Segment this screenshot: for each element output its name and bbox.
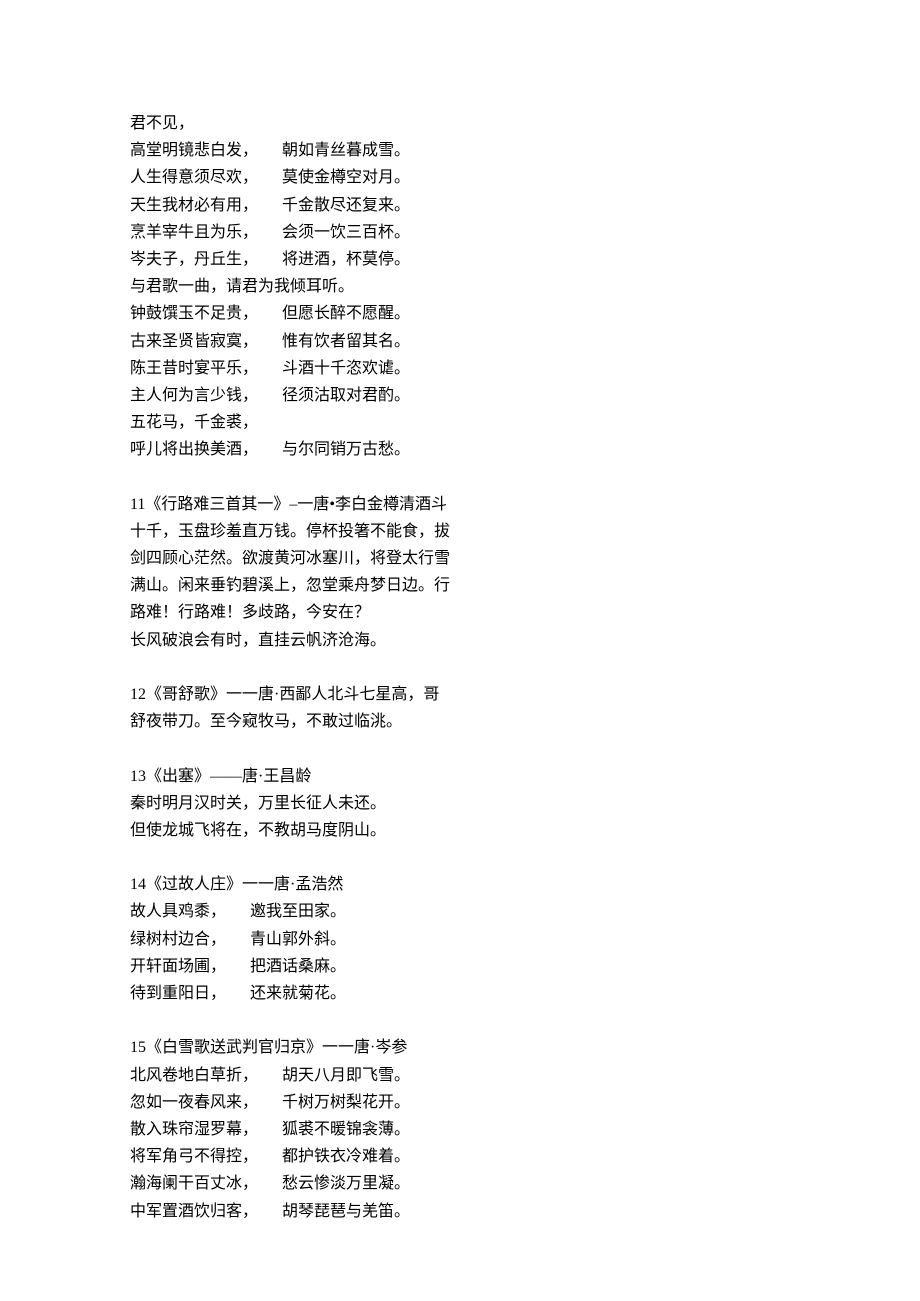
poem-line: 满山。闲来垂钓碧溪上，忽堂乘舟梦日边。行 (130, 572, 530, 599)
line-right: 但愿长醉不愿醒。 (282, 300, 530, 327)
poem-line: 但使龙城飞将在，不教胡马度阴山。 (130, 817, 530, 844)
line-left: 开轩面场圃， (130, 953, 250, 980)
line-right: 都护铁衣冷难着。 (282, 1143, 530, 1170)
line-right: 径须沽取对君酌。 (282, 382, 530, 409)
line-right: 朝如青丝暮成雪。 (282, 137, 530, 164)
poem-line: 秦时明月汉时关，万里长征人未还。 (130, 790, 530, 817)
poem-line: 散入珠帘湿罗幕，狐裘不暖锦衾薄。 (130, 1116, 530, 1143)
poem-title: 14《过故人庄》一一唐·孟浩然 (130, 871, 530, 898)
poem-line: 12《哥舒歌》一一唐·西鄙人北斗七星高，哥 (130, 681, 530, 708)
line-left: 呼儿将出换美酒， (130, 436, 282, 463)
line-left: 岑夫子，丹丘生， (130, 246, 282, 273)
poem-line: 钟鼓馔玉不足贵，但愿长醉不愿醒。 (130, 300, 530, 327)
poem-line: 待到重阳日，还来就菊花。 (130, 980, 530, 1007)
line-left: 绿树村边合， (130, 926, 250, 953)
poem-line: 中军置酒饮归客，胡琴琵琶与羌笛。 (130, 1198, 530, 1225)
line-left: 主人何为言少钱， (130, 382, 282, 409)
poem-line: 古来圣贤皆寂寞，惟有饮者留其名。 (130, 328, 530, 355)
poem-line: 舒夜带刀。至今窥牧马，不敢过临洮。 (130, 708, 530, 735)
line-right: 胡琴琵琶与羌笛。 (282, 1198, 530, 1225)
line-left: 故人具鸡黍， (130, 898, 250, 925)
line-left: 陈王昔时宴平乐， (130, 355, 282, 382)
poem-line: 忽如一夜春风来，千树万树梨花开。 (130, 1089, 530, 1116)
poem-line: 开轩面场圃，把酒话桑麻。 (130, 953, 530, 980)
line-right: 会须一饮三百杯。 (282, 219, 530, 246)
poem-line: 将军角弓不得控，都护铁衣冷难着。 (130, 1143, 530, 1170)
poem-line: 岑夫子，丹丘生，将进酒，杯莫停。 (130, 246, 530, 273)
poem-line: 北风卷地白草折，胡天八月即飞雪。 (130, 1062, 530, 1089)
poem-line: 十千，玉盘珍羞直万钱。停杯投箸不能食，拔 (130, 518, 530, 545)
poem-line: 路难！行路难！多歧路，今安在？ (130, 599, 530, 626)
poem-line: 故人具鸡黍，邀我至田家。 (130, 898, 530, 925)
poem-line: 瀚海阑干百丈冰，愁云惨淡万里凝。 (130, 1170, 530, 1197)
line-right: 青山郭外斜。 (250, 926, 346, 953)
poem-line: 君不见， (130, 110, 530, 137)
line-left: 钟鼓馔玉不足贵， (130, 300, 282, 327)
poem-line: 主人何为言少钱，径须沽取对君酌。 (130, 382, 530, 409)
poem-line: 剑四顾心茫然。欲渡黄河冰塞川，将登太行雪 (130, 545, 530, 572)
line-left: 烹羊宰牛且为乐， (130, 219, 282, 246)
line-right: 还来就菊花。 (250, 980, 346, 1007)
poem-line: 人生得意须尽欢，莫使金樽空对月。 (130, 164, 530, 191)
line-right: 邀我至田家。 (250, 898, 346, 925)
line-right: 把酒话桑麻。 (250, 953, 346, 980)
poem-line: 长风破浪会有时，直挂云帆济沧海。 (130, 627, 530, 654)
line-left: 忽如一夜春风来， (130, 1089, 282, 1116)
document-body: 君不见， 高堂明镜悲白发，朝如青丝暮成雪。 人生得意须尽欢，莫使金樽空对月。 天… (130, 110, 530, 1225)
line-right: 狐裘不暖锦衾薄。 (282, 1116, 530, 1143)
line-left: 瀚海阑干百丈冰， (130, 1170, 282, 1197)
line-left: 人生得意须尽欢， (130, 164, 282, 191)
line-left: 高堂明镜悲白发， (130, 137, 282, 164)
poem-15: 15《白雪歌送武判官归京》一一唐·岑参 北风卷地白草折，胡天八月即飞雪。 忽如一… (130, 1034, 530, 1224)
line-left: 中军置酒饮归客， (130, 1198, 282, 1225)
line-right: 斗酒十千恣欢谑。 (282, 355, 530, 382)
poem-13: 13《出塞》——唐·王昌龄 秦时明月汉时关，万里长征人未还。 但使龙城飞将在，不… (130, 763, 530, 845)
poem-12: 12《哥舒歌》一一唐·西鄙人北斗七星高，哥 舒夜带刀。至今窥牧马，不敢过临洮。 (130, 681, 530, 735)
line-right: 愁云惨淡万里凝。 (282, 1170, 530, 1197)
line-right: 千金散尽还复来。 (282, 192, 530, 219)
poem-line: 烹羊宰牛且为乐，会须一饮三百杯。 (130, 219, 530, 246)
poem-title: 13《出塞》——唐·王昌龄 (130, 763, 530, 790)
line-left: 待到重阳日， (130, 980, 250, 1007)
line-right: 与尔同销万古愁。 (282, 436, 530, 463)
poem-line: 陈王昔时宴平乐，斗酒十千恣欢谑。 (130, 355, 530, 382)
poem-line: 绿树村边合，青山郭外斜。 (130, 926, 530, 953)
line-right: 惟有饮者留其名。 (282, 328, 530, 355)
poem-line: 高堂明镜悲白发，朝如青丝暮成雪。 (130, 137, 530, 164)
poem-line: 与君歌一曲，请君为我倾耳听。 (130, 273, 530, 300)
poem-line: 呼儿将出换美酒，与尔同销万古愁。 (130, 436, 530, 463)
line-right: 胡天八月即飞雪。 (282, 1062, 530, 1089)
line-right: 莫使金樽空对月。 (282, 164, 530, 191)
line-left: 将军角弓不得控， (130, 1143, 282, 1170)
line-left: 散入珠帘湿罗幕， (130, 1116, 282, 1143)
line-right: 将进酒，杯莫停。 (282, 246, 530, 273)
line-right: 千树万树梨花开。 (282, 1089, 530, 1116)
line-left: 古来圣贤皆寂寞， (130, 328, 282, 355)
poem-11: 11《行路难三首其一》–一唐•李白金樽清酒斗 十千，玉盘珍羞直万钱。停杯投箸不能… (130, 491, 530, 654)
poem-title: 15《白雪歌送武判官归京》一一唐·岑参 (130, 1034, 530, 1061)
poem-line: 天生我材必有用，千金散尽还复来。 (130, 192, 530, 219)
poem-14: 14《过故人庄》一一唐·孟浩然 故人具鸡黍，邀我至田家。 绿树村边合，青山郭外斜… (130, 871, 530, 1007)
line-left: 天生我材必有用， (130, 192, 282, 219)
poem-10: 君不见， 高堂明镜悲白发，朝如青丝暮成雪。 人生得意须尽欢，莫使金樽空对月。 天… (130, 110, 530, 463)
line-left: 北风卷地白草折， (130, 1062, 282, 1089)
poem-line: 五花马，千金裘， (130, 409, 530, 436)
poem-line: 11《行路难三首其一》–一唐•李白金樽清酒斗 (130, 491, 530, 518)
